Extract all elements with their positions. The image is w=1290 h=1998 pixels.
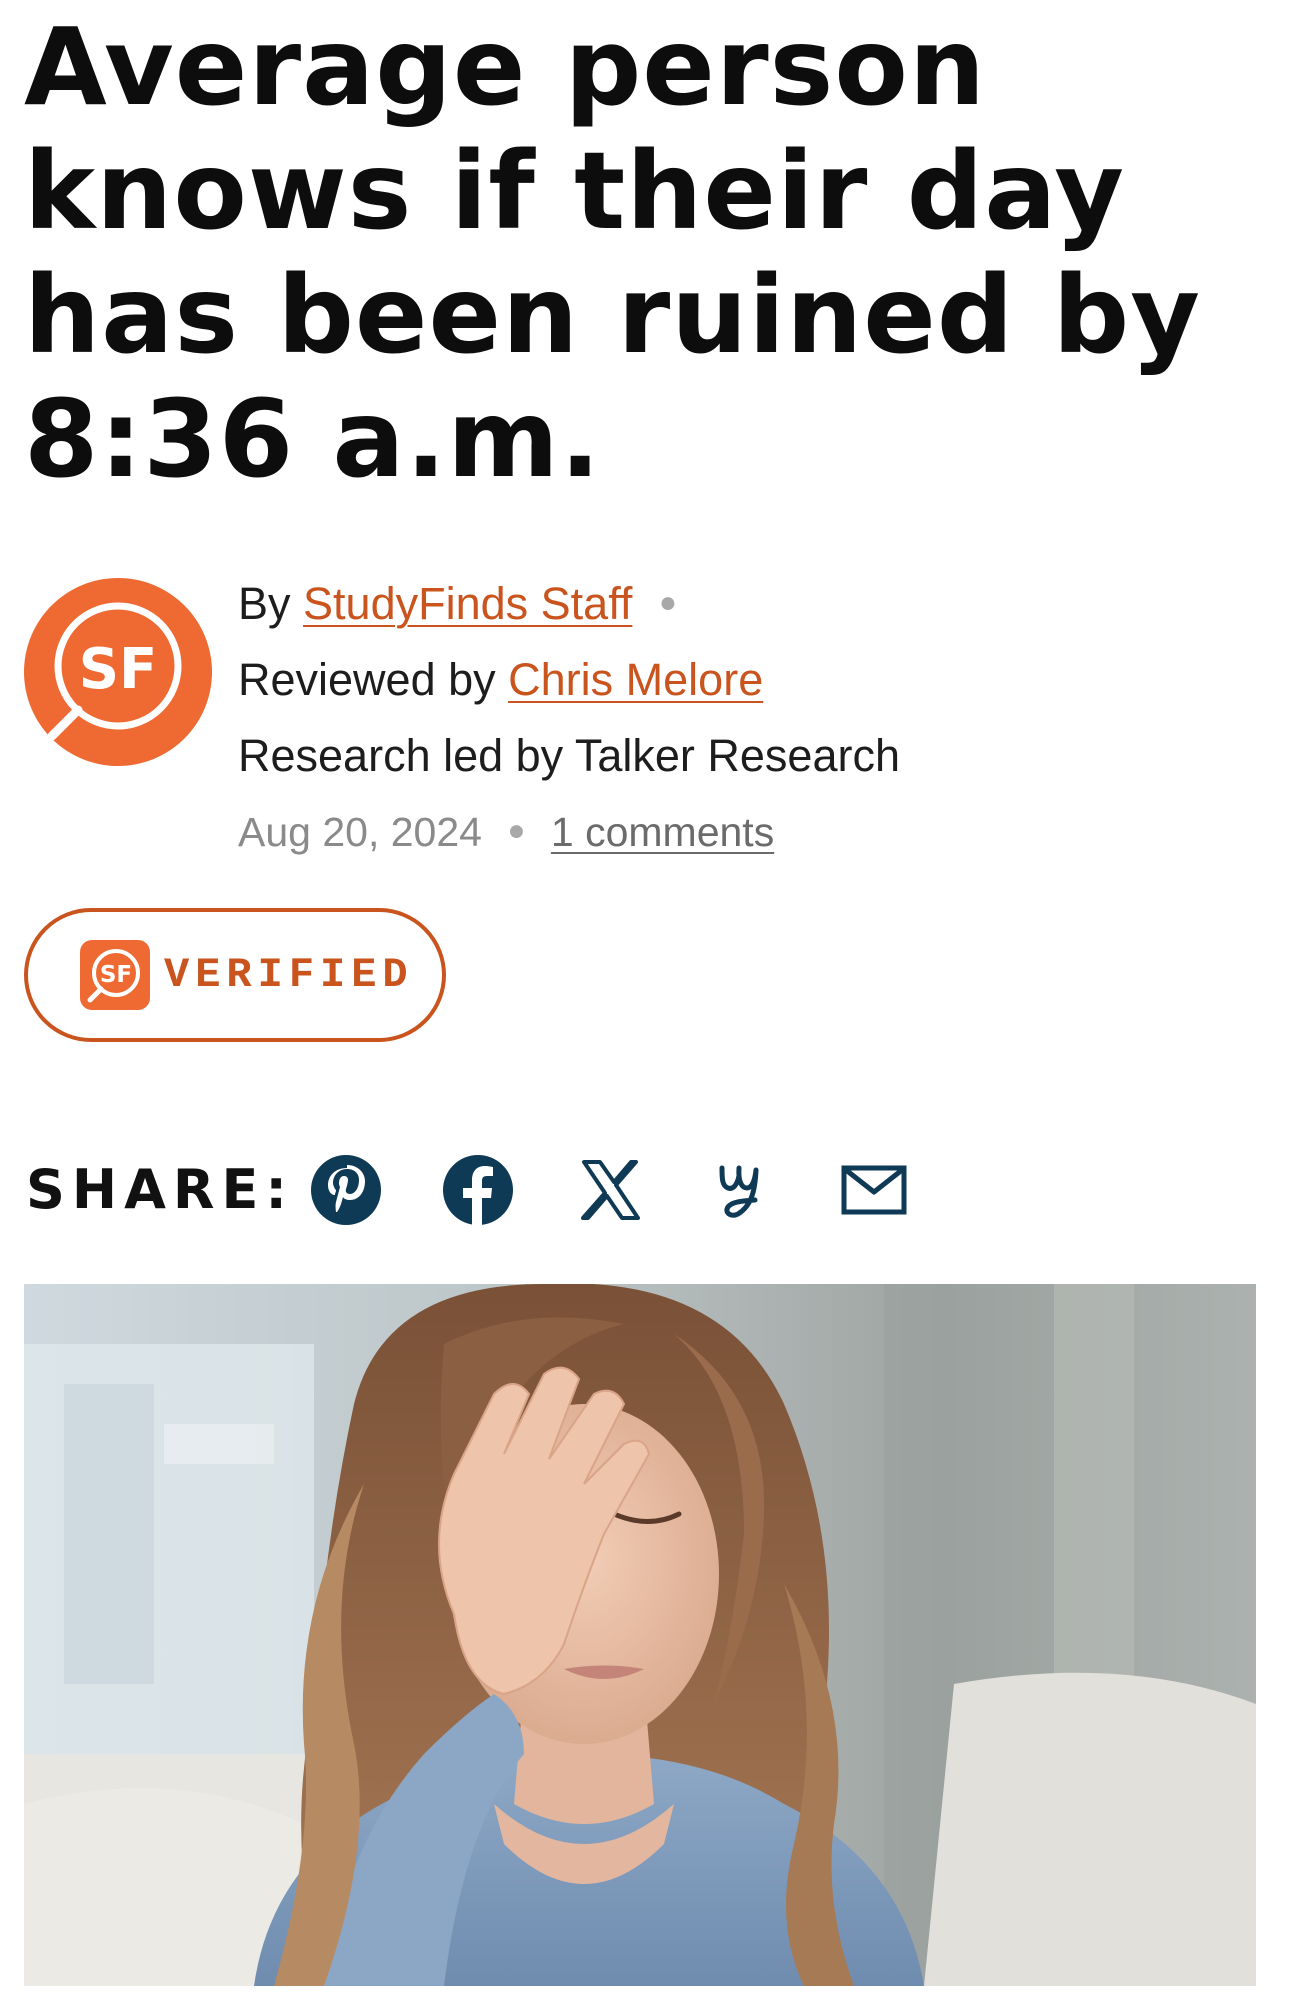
reviewer-line: Reviewed by Chris Melore <box>238 642 1238 718</box>
facebook-icon[interactable] <box>442 1154 514 1226</box>
reviewer-link[interactable]: Chris Melore <box>508 654 763 705</box>
pinterest-icon[interactable] <box>310 1154 382 1226</box>
headline: Average person knows if their day has be… <box>24 6 1202 502</box>
verified-badge[interactable]: SF VERIFIED <box>24 908 446 1042</box>
article: Average person knows if their day has be… <box>0 0 1290 1998</box>
publish-date: Aug 20, 2024 <box>238 809 482 855</box>
hero-image <box>24 1284 1256 1986</box>
comments-link[interactable]: 1 comments <box>551 809 774 855</box>
email-icon[interactable] <box>838 1154 910 1226</box>
sf-logo-icon: SF <box>80 940 150 1010</box>
separator-dot: ● <box>658 586 678 620</box>
by-prefix: By <box>238 578 291 629</box>
avatar-logo-text: SF <box>79 637 158 702</box>
byline-meta: By StudyFinds Staff ● Reviewed by Chris … <box>238 566 1238 870</box>
separator-dot: ● <box>507 814 526 848</box>
author-line: By StudyFinds Staff ● <box>238 566 1238 642</box>
svg-text:SF: SF <box>100 962 132 988</box>
share-label: SHARE: <box>26 1158 294 1221</box>
author-link[interactable]: StudyFinds Staff <box>303 578 632 629</box>
studyfinds-avatar-logo[interactable]: SF <box>22 576 214 768</box>
byline-block: SF By StudyFinds Staff ● Reviewed by Chr… <box>22 566 1262 866</box>
verified-label: VERIFIED <box>164 951 414 999</box>
date-comments-line: Aug 20, 2024 ● 1 comments <box>238 794 1238 870</box>
reviewed-prefix: Reviewed by <box>238 654 496 705</box>
x-icon[interactable] <box>574 1154 646 1226</box>
woman-facepalm-photo <box>24 1284 1256 1986</box>
yummly-icon[interactable] <box>706 1154 778 1226</box>
research-credit: Research led by Talker Research <box>238 730 900 781</box>
share-bar: SHARE: <box>26 1140 1266 1240</box>
